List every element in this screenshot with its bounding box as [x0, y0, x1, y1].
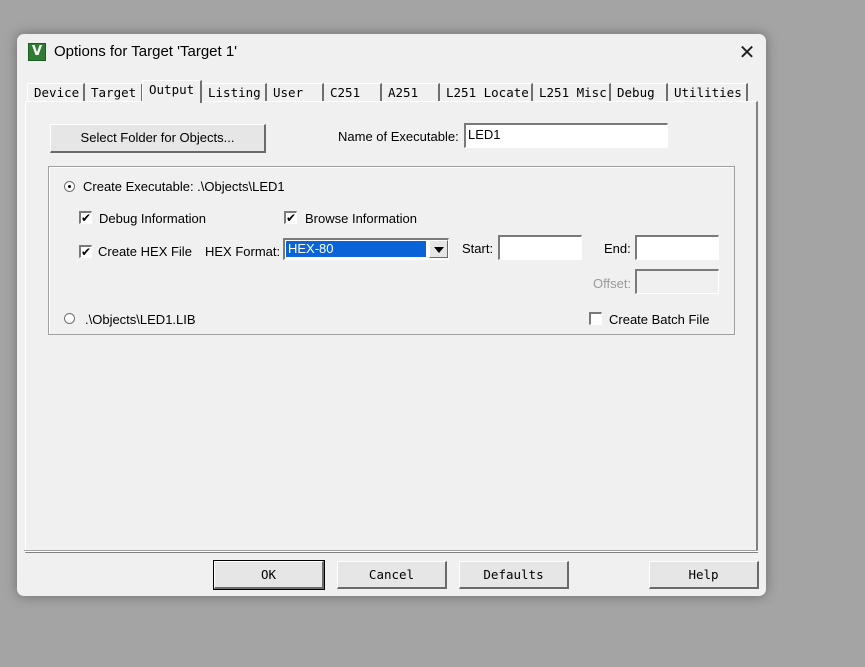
- tab-debug[interactable]: Debug: [611, 83, 668, 102]
- tab-l251-misc[interactable]: L251 Misc: [533, 83, 611, 102]
- tab-utilities[interactable]: Utilities: [668, 83, 748, 102]
- browse-information-label: Browse Information: [305, 211, 417, 226]
- create-batch-checkbox[interactable]: [589, 312, 602, 325]
- help-button[interactable]: Help: [649, 561, 759, 589]
- select-folder-button[interactable]: Select Folder for Objects...: [50, 124, 266, 153]
- offset-input[interactable]: [635, 269, 719, 294]
- tab-output[interactable]: Output: [142, 80, 202, 103]
- name-of-executable-label: Name of Executable:: [338, 129, 459, 144]
- tab-l251-locate[interactable]: L251 Locate: [440, 83, 533, 102]
- hex-format-label: HEX Format:: [205, 244, 281, 259]
- keil-uvision-icon: V: [28, 43, 46, 61]
- create-executable-radio[interactable]: [64, 181, 75, 192]
- close-button[interactable]: ✕: [734, 39, 760, 65]
- create-library-radio[interactable]: [64, 313, 75, 324]
- cancel-button[interactable]: Cancel: [337, 561, 447, 589]
- hex-format-select[interactable]: HEX-80: [283, 238, 449, 260]
- create-hex-label: Create HEX File: [98, 244, 192, 259]
- tab-a251[interactable]: A251: [382, 83, 440, 102]
- hex-format-value: HEX-80: [286, 241, 426, 257]
- end-label: End:: [604, 241, 631, 256]
- ok-button[interactable]: OK: [213, 560, 325, 590]
- chevron-down-icon[interactable]: [429, 240, 448, 258]
- tab-user[interactable]: User: [267, 83, 324, 102]
- create-hex-checkbox[interactable]: ✔: [79, 245, 92, 258]
- offset-label: Offset:: [593, 276, 632, 291]
- create-executable-label: Create Executable: .\Objects\LED1: [83, 179, 285, 194]
- start-label: Start:: [462, 241, 494, 256]
- title-bar[interactable]: V Options for Target 'Target 1' ✕: [17, 34, 766, 70]
- create-library-label: .\Objects\LED1.LIB: [85, 312, 196, 327]
- window-title: Options for Target 'Target 1': [54, 43, 238, 60]
- create-batch-label: Create Batch File: [609, 312, 710, 327]
- debug-information-checkbox[interactable]: ✔: [79, 211, 92, 224]
- start-address-input[interactable]: [498, 235, 582, 260]
- tab-c251[interactable]: C251: [324, 83, 382, 102]
- defaults-button[interactable]: Defaults: [459, 561, 569, 589]
- browse-information-checkbox[interactable]: ✔: [284, 211, 297, 224]
- tab-device[interactable]: Device: [27, 83, 85, 102]
- tab-target[interactable]: Target: [85, 83, 143, 102]
- tab-listing[interactable]: Listing: [202, 83, 267, 102]
- button-separator: [24, 550, 758, 552]
- end-address-input[interactable]: [635, 235, 719, 260]
- debug-information-label: Debug Information: [99, 211, 206, 226]
- name-of-executable-input[interactable]: LED1: [464, 123, 668, 148]
